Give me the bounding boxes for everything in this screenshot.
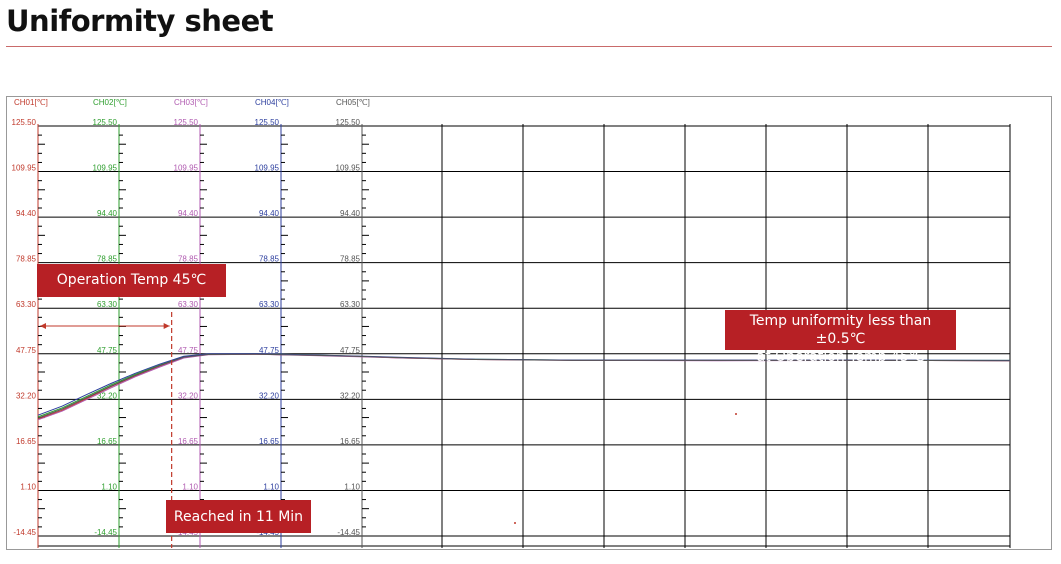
y-tick-label: 47.75 bbox=[16, 346, 37, 355]
y-tick-label: 63.30 bbox=[16, 300, 37, 309]
uniformity-callout-line1: Temp uniformity less than ±0.5℃ bbox=[749, 313, 932, 347]
y-tick-label: 94.40 bbox=[259, 209, 280, 218]
y-tick-label: 47.75 bbox=[340, 346, 361, 355]
y-tick-label: -14.45 bbox=[94, 528, 117, 537]
reached-time-callout: Reached in 11 Min bbox=[166, 500, 311, 533]
y-tick-label: -14.45 bbox=[337, 528, 360, 537]
y-tick-label: 109.95 bbox=[336, 164, 361, 173]
y-tick-label: 32.20 bbox=[340, 391, 361, 400]
y-tick-label: 109.95 bbox=[174, 164, 199, 173]
y-tick-label: 32.20 bbox=[16, 391, 37, 400]
y-tick-label: 1.10 bbox=[344, 482, 360, 491]
y-tick-label: 78.85 bbox=[16, 255, 37, 264]
y-tick-label: 32.20 bbox=[178, 391, 199, 400]
y-tick-label: 63.30 bbox=[340, 300, 361, 309]
y-tick-label: 63.30 bbox=[259, 300, 280, 309]
operation-temp-callout: Operation Temp 45℃ bbox=[37, 264, 226, 297]
y-tick-label: 1.10 bbox=[263, 482, 279, 491]
y-tick-label: 78.85 bbox=[178, 255, 199, 264]
y-tick-label: 125.50 bbox=[12, 118, 37, 127]
y-tick-label: 16.65 bbox=[340, 437, 361, 446]
y-tick-label: 1.10 bbox=[101, 482, 117, 491]
y-tick-label: 109.95 bbox=[93, 164, 118, 173]
y-tick-label: 63.30 bbox=[178, 300, 199, 309]
y-tick-label: -14.45 bbox=[13, 528, 36, 537]
y-tick-label: 47.75 bbox=[97, 346, 118, 355]
y-tick-label: 125.50 bbox=[93, 118, 118, 127]
channel-header: CH04[℃] bbox=[255, 98, 289, 107]
y-tick-label: 78.85 bbox=[259, 255, 280, 264]
uniformity-callout-line2: at Operation Temp 45℃ bbox=[756, 349, 925, 365]
y-tick-label: 125.50 bbox=[336, 118, 361, 127]
y-tick-label: 1.10 bbox=[20, 482, 36, 491]
stray-dot bbox=[735, 413, 737, 415]
y-tick-label: 16.65 bbox=[97, 437, 118, 446]
y-tick-label: 94.40 bbox=[178, 209, 199, 218]
y-tick-label: 94.40 bbox=[16, 209, 37, 218]
y-tick-label: 109.95 bbox=[12, 164, 37, 173]
channel-header: CH05[℃] bbox=[336, 98, 370, 107]
y-tick-label: 1.10 bbox=[182, 482, 198, 491]
y-tick-label: 63.30 bbox=[97, 300, 118, 309]
y-tick-label: 109.95 bbox=[255, 164, 280, 173]
uniformity-callout: Temp uniformity less than ±0.5℃ at Opera… bbox=[725, 310, 956, 365]
y-tick-label: 78.85 bbox=[97, 255, 118, 264]
y-tick-label: 125.50 bbox=[255, 118, 280, 127]
y-tick-label: 16.65 bbox=[16, 437, 37, 446]
y-tick-label: 94.40 bbox=[340, 209, 361, 218]
duration-arrow-head-left bbox=[40, 323, 46, 329]
y-tick-label: 16.65 bbox=[178, 437, 199, 446]
stray-dot bbox=[514, 522, 516, 524]
channel-header: CH01[℃] bbox=[14, 98, 48, 107]
duration-arrow-head-right bbox=[163, 323, 170, 329]
y-tick-label: 32.20 bbox=[259, 391, 280, 400]
channel-header: CH03[℃] bbox=[174, 98, 208, 107]
y-tick-label: 16.65 bbox=[259, 437, 280, 446]
channel-header: CH02[℃] bbox=[93, 98, 127, 107]
y-tick-label: 125.50 bbox=[174, 118, 199, 127]
y-tick-label: 78.85 bbox=[340, 255, 361, 264]
y-tick-label: 94.40 bbox=[97, 209, 118, 218]
y-tick-label: 47.75 bbox=[178, 346, 199, 355]
